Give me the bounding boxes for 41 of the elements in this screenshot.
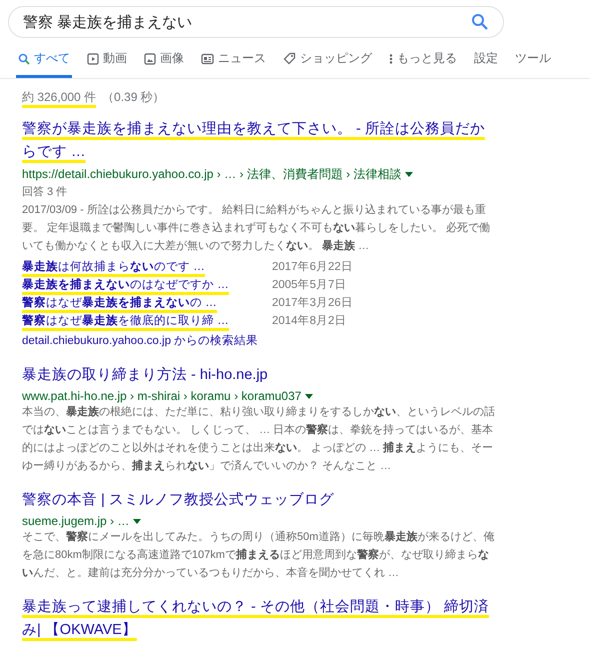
result-snippet: 本当の、暴走族の根絶には、ただ単に、粘り強い取り締まりをするしかない、というレベルの話ではないことは言うまでもない。 しくじって、 … 日本の警察は、拳銃を持ってはいるが、基本的にはよっぽどのこと以外はそれを使うことは出来ない。 よっぽどの … 捕まえようにも、そーゆー縛りがあるから、捕まえられない」で済んでいいのか？ そんなこと …: [22, 404, 496, 474]
answer-count: 回答 3 件: [22, 185, 68, 200]
sitelink-date: 2017年6月22日: [272, 260, 353, 275]
result-title[interactable]: 警察が暴走族を捕まえない理由を教えて下さい。 - 所詮は公務員だからです …: [22, 118, 497, 164]
sitelink-date: 2017年3月26日: [272, 296, 353, 311]
result-url: sueme.jugem.jp › …: [22, 514, 130, 528]
search-time: （0.39 秒）: [102, 89, 165, 106]
sitelink[interactable]: 暴走族を捕まえないのはなぜですか …: [22, 278, 229, 295]
result-snippet: そこで、警察にメールを出してみた。うちの周り（通称50m道路）に毎晩暴走族が来るけど、俺を急に80km制限になる高速道路で107kmで捕まえるほど用意周到な警察が、なぜ取り締まらないんだ、と。建前は充分分かっているつもりだから、本音を聞かせてくれ …: [22, 530, 496, 581]
result-count: 約 326,000 件: [22, 89, 96, 106]
search-tab[interactable]: ニュース: [199, 44, 268, 78]
result-title[interactable]: 暴走族の取り締まり方法 - hi-ho.ne.jp: [22, 364, 497, 387]
search-tab[interactable]: ツール: [513, 44, 553, 78]
caret-icon[interactable]: [133, 518, 142, 524]
result-url: https://detail.chiebukuro.yahoo.co.jp › … › 法律、消費者問題 › 法律相談: [22, 166, 402, 183]
result-url: www.pat.hi-ho.ne.jp › m-shirai › koramu › koramu037: [22, 389, 302, 403]
search-tab[interactable]: もっと見る: [387, 44, 459, 78]
search-tab[interactable]: すべて: [16, 44, 72, 78]
sitelink[interactable]: 警察はなぜ暴走族を捕まえないの …: [22, 296, 217, 313]
more-icon: [389, 52, 393, 64]
newspaper-icon: [201, 52, 214, 64]
sitelink-date: 2014年8月2日: [272, 314, 346, 329]
play-icon: [87, 52, 99, 64]
search-tab[interactable]: ショッピング: [281, 44, 374, 78]
result-title[interactable]: 暴走族って逮捕してくれないの？ - その他（社会問題・時事） 締切済み| 【OKWAVE】: [22, 596, 497, 642]
caret-icon[interactable]: [305, 394, 314, 398]
tag-icon: [283, 52, 296, 65]
search-tab[interactable]: 設定: [472, 44, 500, 78]
sitelink-date: 2005年5月7日: [272, 278, 346, 293]
search-icon[interactable]: [471, 13, 489, 31]
more-results-link[interactable]: detail.chiebukuro.yahoo.co.jp からの検索結果: [22, 333, 258, 350]
search-tab[interactable]: 画像: [142, 44, 186, 78]
result-snippet: 2017/03/09 - 所詮は公務員だからです。 給料日に給料がちゃんと振り込まれている事が最も重要。 定年退職まで鬱陶しい事件に巻き込まれず可もなく不可もない暮らしをしたい。 必死で働いても働かなくとも収入に大差が無いので努力したくない。 暴走族 …: [22, 203, 492, 254]
search-tab[interactable]: 動画: [85, 44, 129, 78]
caret-icon[interactable]: [405, 172, 414, 177]
search-field[interactable]: 警察 暴走族を捕まえない: [8, 6, 504, 38]
sitelink[interactable]: 警察はなぜ暴走族を徹底的に取り締 …: [22, 314, 229, 331]
sitelink[interactable]: 暴走族は何故捕まらないのです …: [22, 260, 205, 277]
image-icon: [144, 52, 156, 64]
result-title[interactable]: 警察の本音 | スミルノフ教授公式ウェッブログ: [22, 489, 497, 512]
search-icon: [18, 52, 30, 64]
